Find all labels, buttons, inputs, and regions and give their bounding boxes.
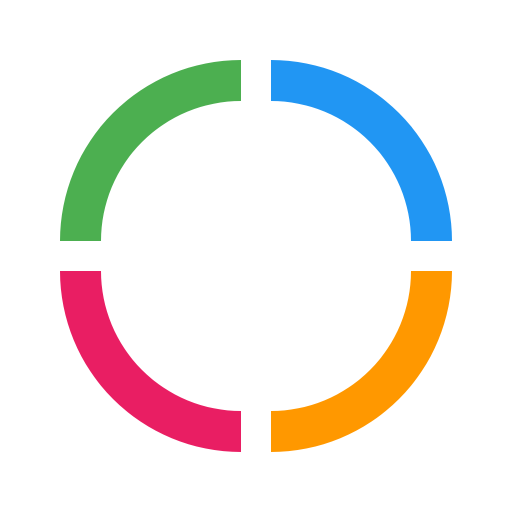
top-right-arc <box>271 60 452 241</box>
top-left-arc <box>60 60 241 241</box>
bottom-left-arc <box>60 271 241 452</box>
logo-canvas <box>0 0 512 512</box>
bottom-right-arc <box>271 271 452 452</box>
four-color-ring-logo <box>60 60 452 452</box>
